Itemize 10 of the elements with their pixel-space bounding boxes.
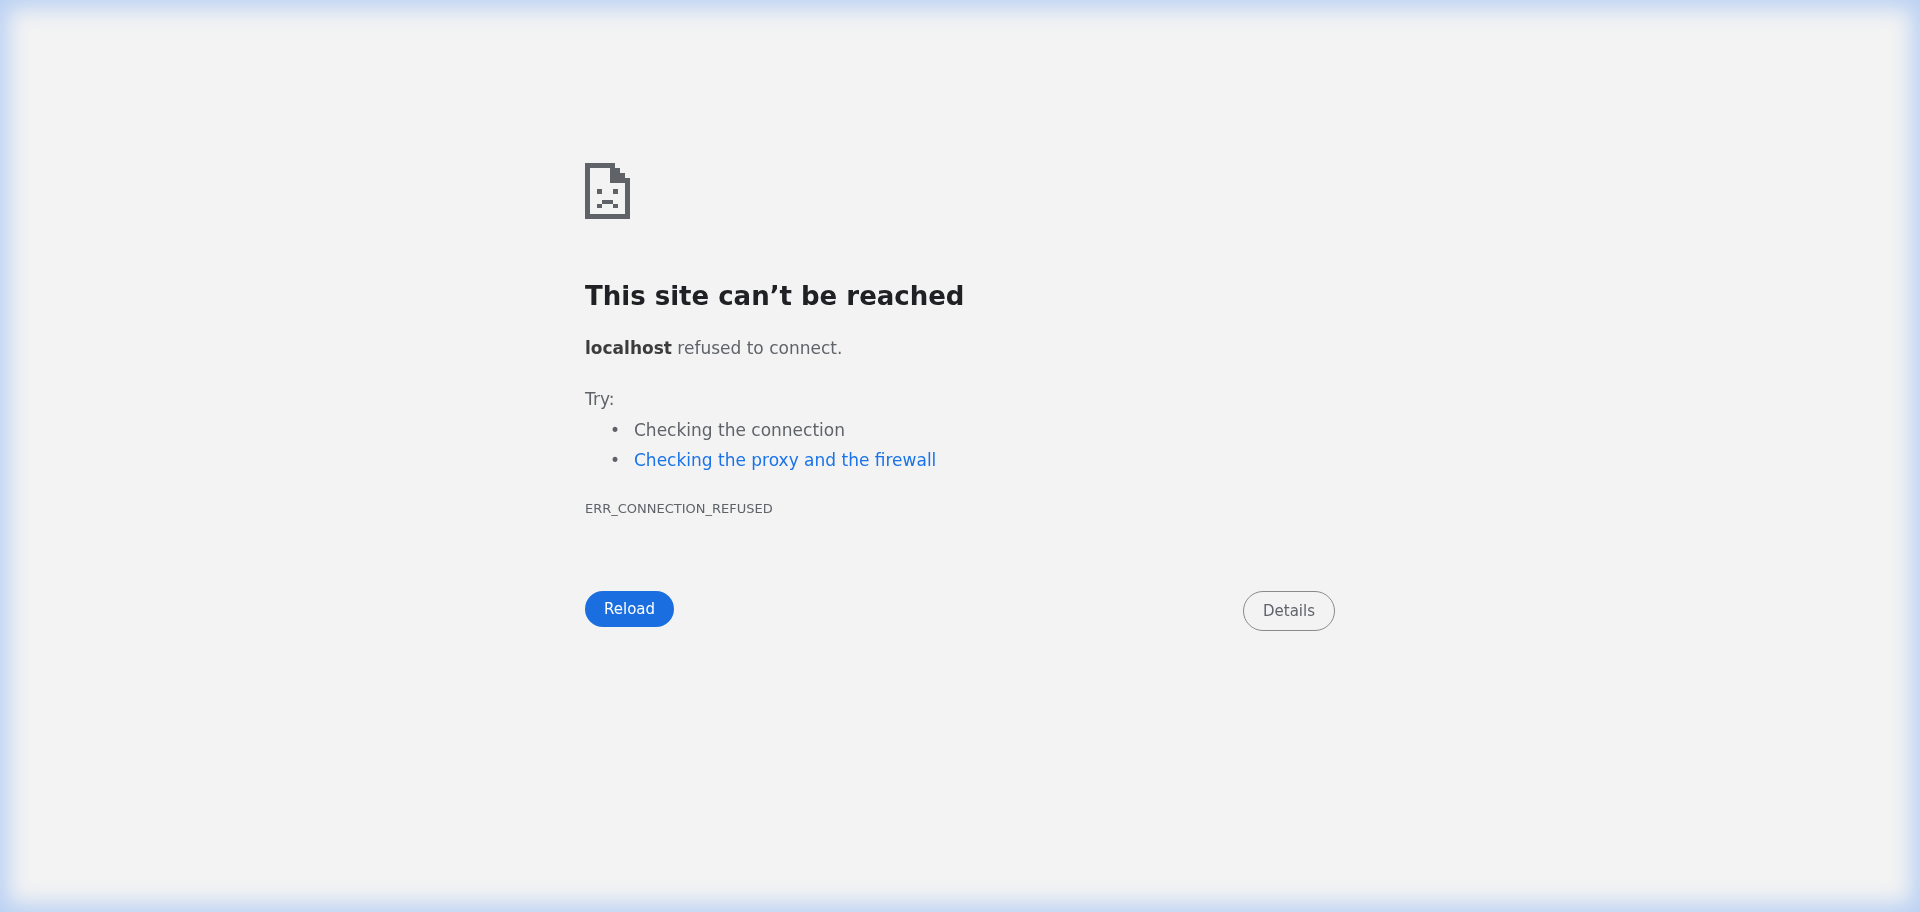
try-label: Try:	[585, 387, 616, 411]
bullet-mark: •	[610, 449, 622, 473]
error-message: localhost refused to connect.	[585, 337, 844, 361]
page-title: This site can’t be reached	[585, 281, 966, 313]
error-code: ERR_CONNECTION_REFUSED	[585, 500, 774, 519]
sad-page-icon	[585, 163, 630, 219]
suggestion-text: Checking the connection	[634, 420, 845, 441]
reload-button[interactable]: Reload	[585, 590, 675, 628]
proxy-link[interactable]: Checking the proxy and the firewall	[634, 450, 937, 471]
bullet-mark: •	[610, 419, 622, 443]
